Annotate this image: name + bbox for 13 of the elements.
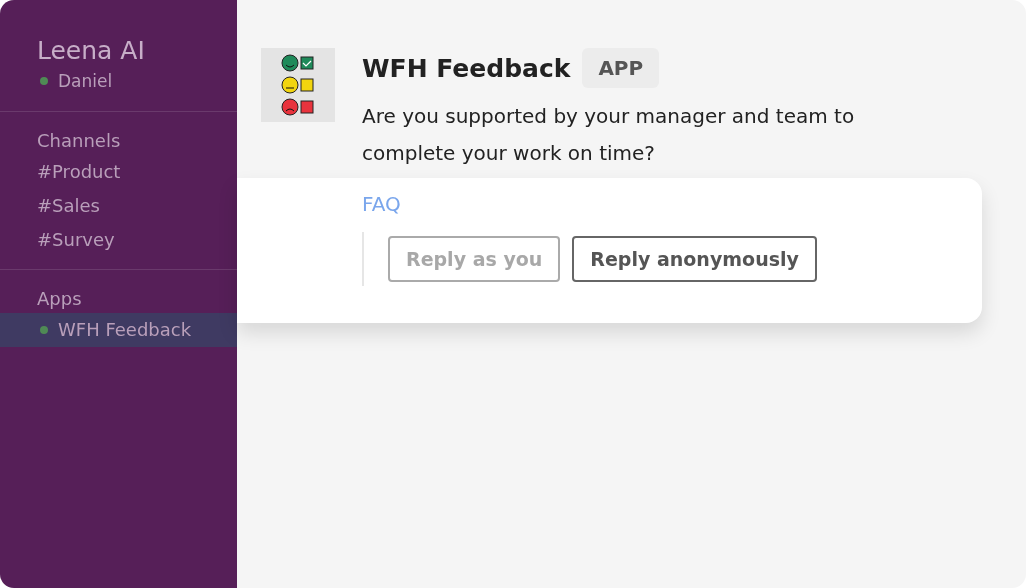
user-name: Daniel bbox=[58, 71, 113, 91]
message-text: Are you supported by your manager and team to complete your work on time? bbox=[362, 103, 856, 167]
section-title: Apps bbox=[36, 288, 83, 309]
app-badge: APP bbox=[582, 48, 660, 88]
sidebar-item[interactable]: #Survey bbox=[0, 223, 237, 257]
reply-button[interactable]: Reply anonymously bbox=[572, 236, 817, 282]
sidebar-item[interactable]: #Sales bbox=[0, 189, 237, 223]
sidebar-item[interactable]: #Product bbox=[0, 155, 237, 189]
section-title: Channels bbox=[36, 130, 122, 151]
sender-name: WFH Feedback bbox=[362, 53, 571, 83]
workspace-name: Leena AI bbox=[37, 36, 146, 65]
sidebar-item[interactable]: WFH Feedback bbox=[0, 313, 237, 347]
feedback-faces-icon bbox=[261, 48, 335, 122]
